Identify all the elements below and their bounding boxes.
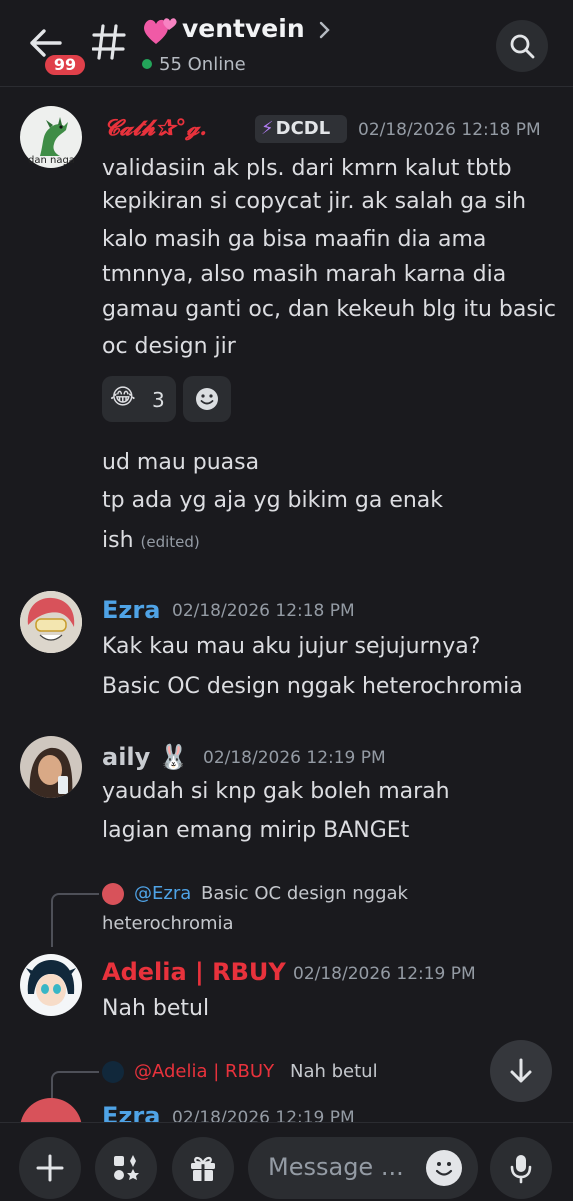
message-author[interactable]: 𝓒𝓪𝓽𝓱✰°𝓰. <box>104 115 207 141</box>
online-status-dot <box>142 59 152 69</box>
message-text-line: gamau ganti oc, dan kekeuh blg itu basic <box>102 297 557 322</box>
microphone-icon <box>510 1155 532 1184</box>
hash-icon <box>91 22 126 62</box>
apps-button[interactable] <box>95 1137 157 1199</box>
message-timestamp: 02/18/2026 12:18 PM <box>172 601 355 621</box>
edited-label: (edited) <box>140 533 200 551</box>
avatar[interactable] <box>20 736 82 798</box>
message-text-line: validasiin ak pls. dari kmrn kalut tbtb <box>102 156 512 181</box>
arrow-down-icon <box>510 1058 532 1083</box>
message-text-line: yaudah si knp gak boleh marah <box>102 779 450 804</box>
reply-mention[interactable]: @Ezra <box>134 883 191 904</box>
message-placeholder: Message ... <box>268 1153 404 1181</box>
message-text-line: tp ada yg aja yg bikim ga enak <box>102 488 444 513</box>
voice-message-button[interactable] <box>490 1137 552 1199</box>
search-button[interactable] <box>496 20 548 72</box>
avatar[interactable] <box>20 591 82 653</box>
message-author[interactable]: aily 🐰 <box>102 743 189 771</box>
tag-label: DCDL <box>275 118 331 139</box>
message-author[interactable]: Adelia | RBUY <box>102 958 286 986</box>
channel-name[interactable]: ventvein <box>182 14 305 43</box>
unread-badge: 99 <box>42 52 88 78</box>
channel-header: 99 ventvein 55 Online <box>0 0 573 87</box>
message-text-line: ud mau puasa <box>102 450 260 475</box>
emoji-icon <box>196 388 218 410</box>
reply-avatar <box>102 883 124 905</box>
message-text-line: kepikiran si copycat jir. ak salah ga si… <box>102 189 527 214</box>
gift-icon <box>191 1156 215 1181</box>
message-text-line: tmnnya, also masih marah karna dia <box>102 262 507 287</box>
plus-icon <box>36 1154 64 1182</box>
reply-avatar <box>102 1061 124 1083</box>
jump-to-bottom-button[interactable] <box>490 1040 552 1102</box>
reaction-count: 3 <box>152 388 165 412</box>
chevron-right-icon[interactable] <box>318 20 332 40</box>
reply-preview[interactable]: heterochromia <box>102 913 234 934</box>
bolt-icon: ⚡ <box>261 118 274 139</box>
online-count: 55 Online <box>159 54 246 75</box>
hearts-emoji-icon <box>142 14 180 48</box>
message-timestamp: 02/18/2026 12:19 PM <box>293 964 476 984</box>
reaction-chip[interactable]: 😂 3 <box>102 376 176 422</box>
server-tag[interactable]: ⚡ DCDL <box>255 115 347 143</box>
reply-connector <box>51 893 99 947</box>
search-icon <box>510 34 535 59</box>
message-text-line: ish (edited) <box>102 528 200 553</box>
message-text-line: kalo masih ga bisa maafin dia ama <box>102 227 487 252</box>
message-text-line: Basic OC design nggak heterochromia <box>102 674 523 699</box>
message-author[interactable]: Ezra <box>102 596 160 624</box>
reply-preview[interactable]: Basic OC design nggak <box>201 883 408 904</box>
author-name: 𝓒𝓪𝓽𝓱✰°𝓰. <box>104 115 207 141</box>
message-timestamp: 02/18/2026 12:18 PM <box>358 120 541 140</box>
message-input[interactable]: Message ... <box>248 1137 478 1199</box>
apps-icon <box>114 1155 139 1180</box>
message-text-line: lagian emang mirip BANGEt <box>102 818 410 843</box>
add-reaction-button[interactable] <box>183 376 231 422</box>
message-timestamp: 02/18/2026 12:19 PM <box>203 748 386 768</box>
reply-preview[interactable]: Nah betul <box>290 1061 378 1082</box>
add-attachment-button[interactable] <box>19 1137 81 1199</box>
avatar-label: dan naga <box>28 155 75 166</box>
message-text: ish <box>102 528 134 553</box>
message-text-line: oc design jir <box>102 334 236 359</box>
emoji-button[interactable] <box>426 1150 462 1186</box>
reaction-emoji: 😂 <box>110 385 136 410</box>
gift-button[interactable] <box>172 1137 234 1199</box>
message-text-line: Nah betul <box>102 996 210 1021</box>
message-text-line: Kak kau mau aku jujur sejujurnya? <box>102 634 481 659</box>
avatar[interactable] <box>20 954 82 1016</box>
emoji-icon <box>435 1162 453 1176</box>
reply-mention[interactable]: @Adelia | RBUY <box>134 1061 274 1082</box>
